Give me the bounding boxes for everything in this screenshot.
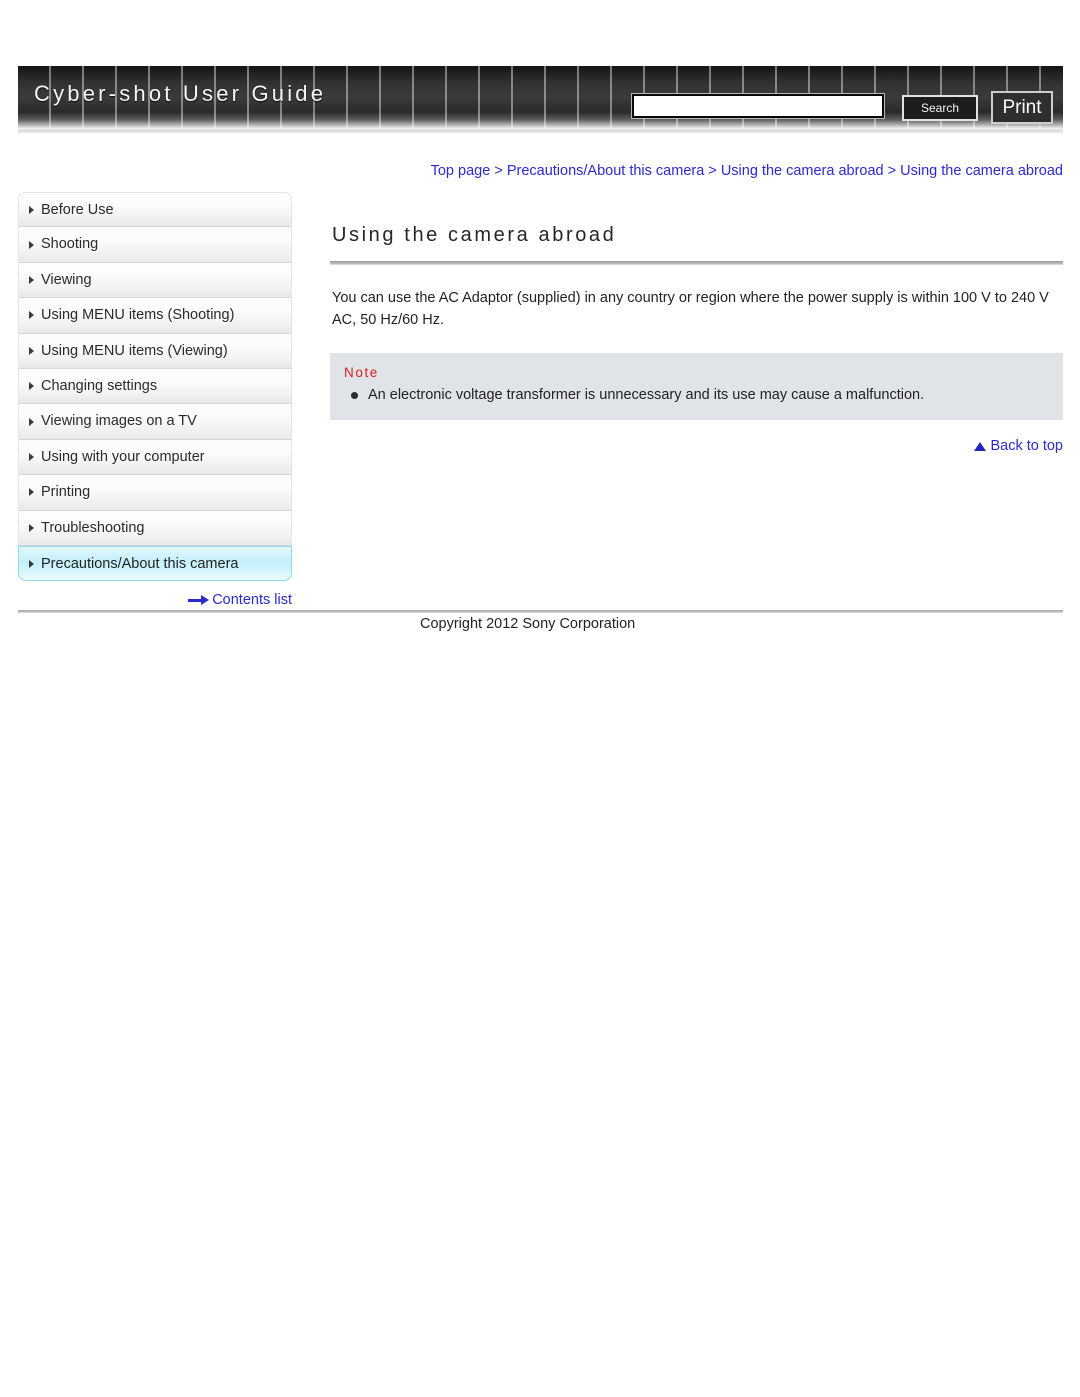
sidebar-item-label: Changing settings — [41, 377, 158, 394]
sidebar-navigation: Before Use Shooting Viewing Using MENU i… — [18, 192, 292, 582]
breadcrumb-separator: > — [883, 163, 901, 179]
sidebar-item-using-menu-items-shooting[interactable]: Using MENU items (Shooting) — [18, 298, 292, 334]
copyright-text: Copyright 2012 Sony Corporation — [420, 616, 636, 632]
chevron-right-icon — [29, 346, 34, 355]
sidebar-item-label: Using MENU items (Viewing) — [41, 342, 228, 359]
sidebar-item-label: Using with your computer — [41, 448, 205, 465]
sidebar-item-viewing-images-on-a-tv[interactable]: Viewing images on a TV — [18, 404, 292, 440]
site-header: Cyber-shot User Guide Search Print — [18, 66, 1063, 136]
chevron-right-icon — [29, 311, 34, 320]
sidebar-item-precautions-about-this-camera[interactable]: Precautions/About this camera — [18, 545, 292, 582]
chevron-right-icon — [29, 240, 34, 249]
chevron-right-icon — [29, 382, 34, 391]
print-button[interactable]: Print — [991, 91, 1053, 124]
note-list-item: An electronic voltage transformer is unn… — [344, 385, 1049, 406]
breadcrumb-item-precautions[interactable]: Precautions/About this camera — [507, 163, 704, 179]
page-title: Using the camera abroad — [332, 224, 617, 246]
chevron-right-icon — [29, 559, 34, 568]
sidebar-item-using-with-your-computer[interactable]: Using with your computer — [18, 439, 292, 476]
sidebar-item-using-menu-items-viewing[interactable]: Using MENU items (Viewing) — [18, 333, 292, 369]
sidebar-item-viewing[interactable]: Viewing — [18, 262, 292, 299]
note-item-text: An electronic voltage transformer is unn… — [368, 387, 925, 403]
sidebar-item-label: Using MENU items (Shooting) — [41, 307, 235, 324]
sidebar-item-label: Shooting — [41, 236, 99, 253]
arrow-right-icon — [188, 595, 210, 606]
sidebar-item-label: Before Use — [41, 202, 114, 218]
sidebar-item-shooting[interactable]: Shooting — [18, 227, 292, 263]
breadcrumb-item-top-page[interactable]: Top page — [431, 163, 491, 179]
chevron-right-icon — [29, 488, 34, 497]
search-button[interactable]: Search — [902, 95, 978, 121]
breadcrumb-separator: > — [704, 163, 721, 179]
chevron-right-icon — [29, 205, 34, 214]
breadcrumb-item-current[interactable]: Using the camera abroad — [900, 163, 1063, 179]
header-underline — [18, 128, 1063, 134]
sidebar-item-label: Viewing — [41, 271, 92, 288]
sidebar-item-printing[interactable]: Printing — [18, 475, 292, 511]
triangle-up-icon — [974, 442, 987, 451]
sidebar-item-label: Precautions/About this camera — [41, 555, 239, 572]
sidebar-item-label: Printing — [41, 484, 91, 501]
title-divider — [330, 261, 1063, 265]
back-to-top-label: Back to top — [990, 438, 1063, 454]
contents-list-link[interactable]: Contents list — [18, 592, 292, 608]
sidebar-item-troubleshooting[interactable]: Troubleshooting — [18, 510, 292, 546]
sidebar-item-label: Viewing images on a TV — [41, 413, 197, 430]
site-title: Cyber-shot User Guide — [34, 81, 327, 106]
breadcrumb-separator: > — [490, 163, 507, 179]
sidebar-item-label: Troubleshooting — [41, 519, 145, 536]
chevron-right-icon — [29, 417, 34, 426]
contents-list-label: Contents list — [212, 592, 292, 608]
back-to-top-link[interactable]: Back to top — [330, 438, 1063, 454]
bullet-icon — [351, 392, 358, 399]
main-content: Using the camera abroad You can use the … — [330, 224, 1063, 454]
body-paragraph: You can use the AC Adaptor (supplied) in… — [332, 290, 1049, 328]
note-label: Note — [344, 365, 379, 380]
sidebar-item-changing-settings[interactable]: Changing settings — [18, 368, 292, 405]
breadcrumb-item-using-camera-abroad[interactable]: Using the camera abroad — [721, 163, 884, 179]
chevron-right-icon — [29, 275, 34, 284]
sidebar-item-before-use[interactable]: Before Use — [18, 192, 292, 228]
note-box: Note An electronic voltage transformer i… — [330, 353, 1063, 420]
footer-divider — [18, 610, 1063, 613]
search-input[interactable] — [632, 94, 884, 118]
breadcrumb: Top page > Precautions/About this camera… — [330, 163, 1063, 179]
chevron-right-icon — [29, 523, 34, 532]
chevron-right-icon — [29, 452, 34, 461]
